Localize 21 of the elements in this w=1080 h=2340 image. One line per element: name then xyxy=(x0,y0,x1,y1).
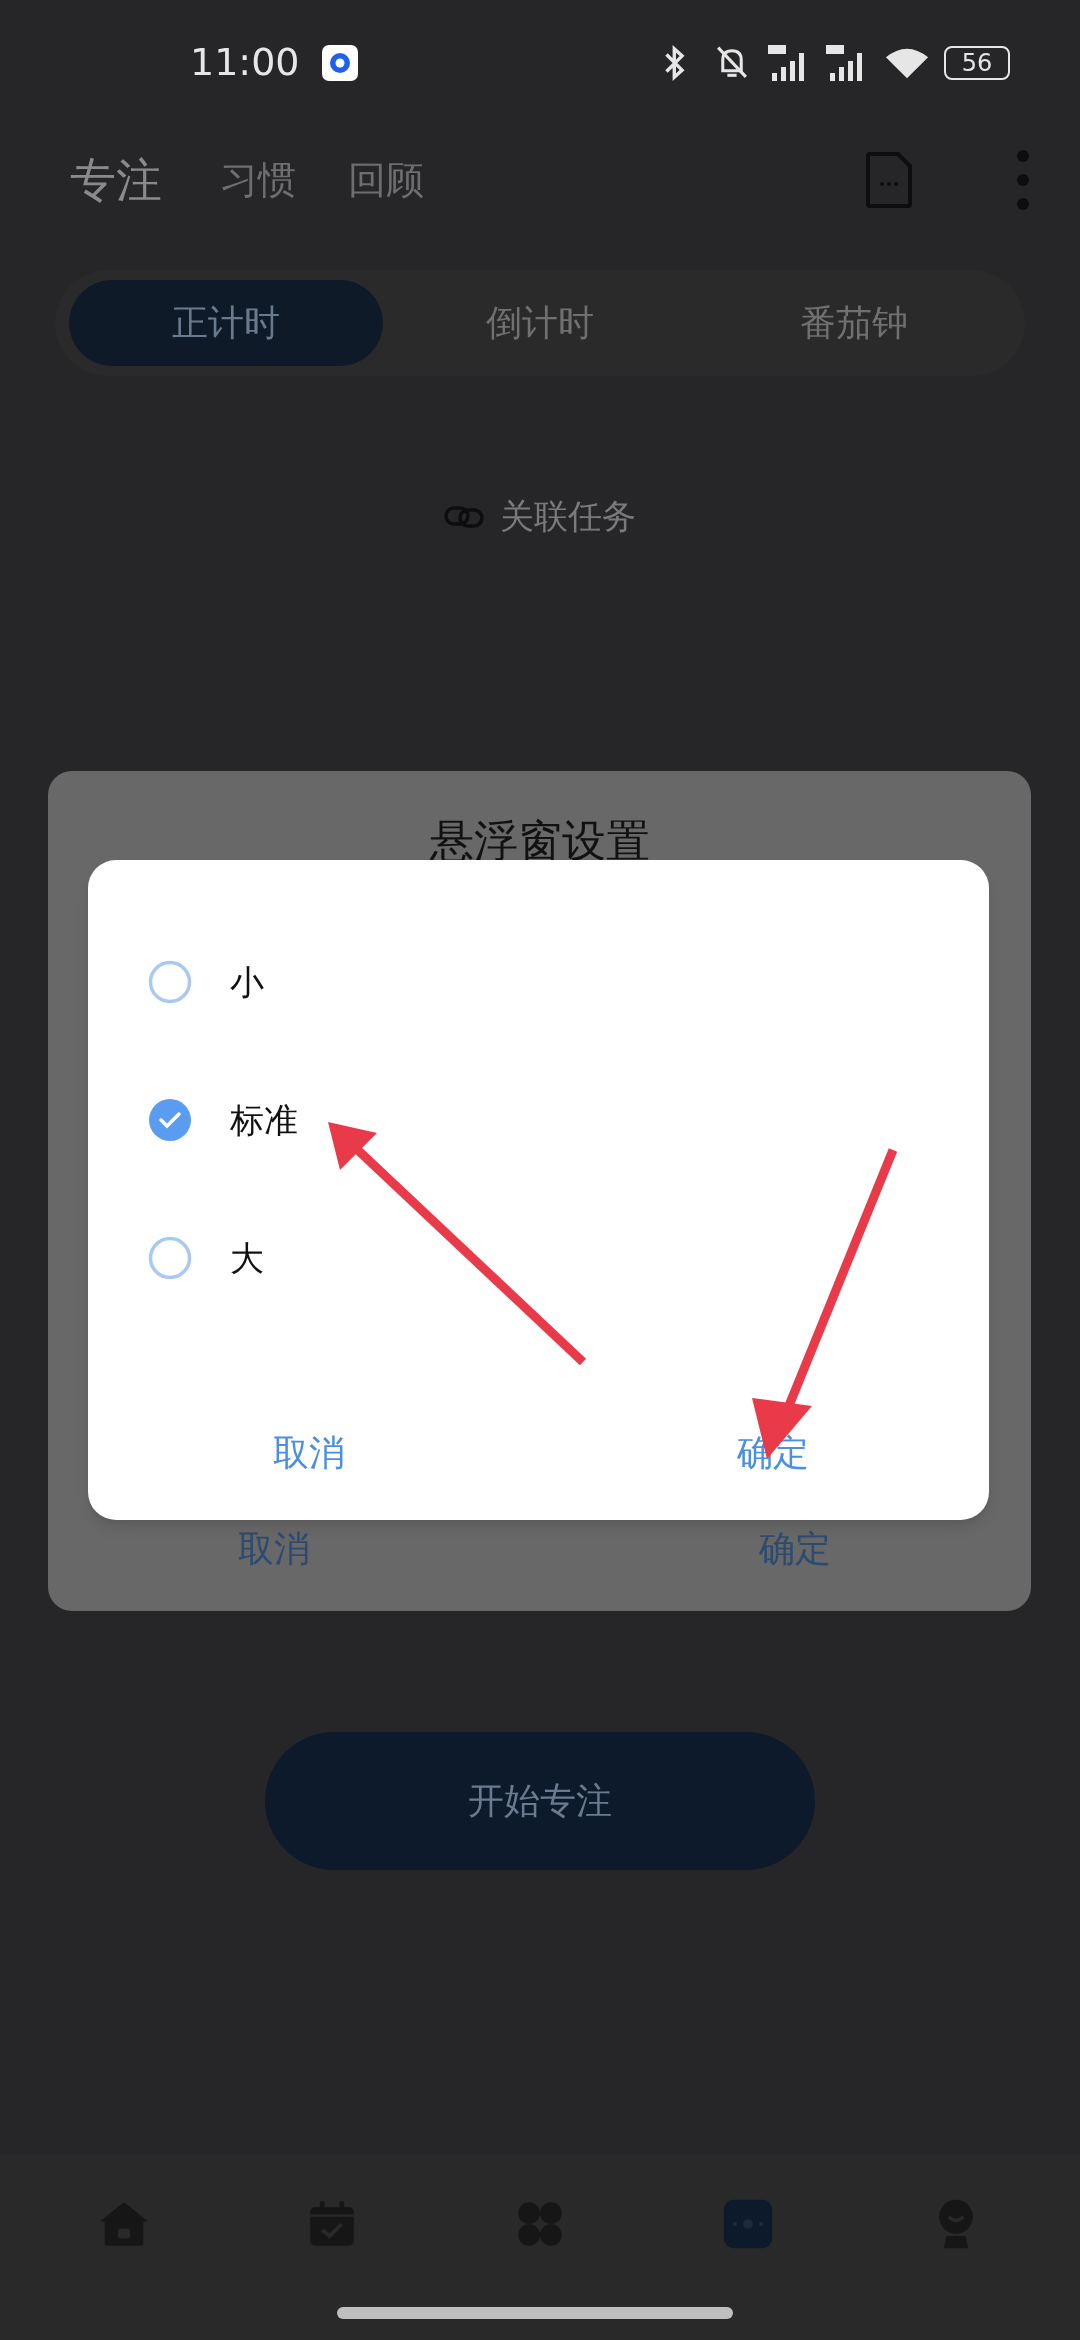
option-label[interactable]: 大 xyxy=(230,1232,264,1284)
app-notification-icon xyxy=(321,44,358,81)
status-time: 11:00 xyxy=(190,39,300,86)
mode-tab[interactable]: 正计时 xyxy=(69,280,383,366)
radio-checked[interactable] xyxy=(148,1098,192,1142)
more-icon[interactable] xyxy=(1016,149,1030,211)
document-icon[interactable] xyxy=(866,152,912,208)
header-tab[interactable]: 专注 xyxy=(70,145,162,215)
link-icon xyxy=(444,504,484,529)
battery-indicator: 56 xyxy=(944,45,1010,80)
dialog-button[interactable]: 取消 xyxy=(273,1426,345,1480)
link-task-button[interactable]: 关联任务 xyxy=(500,491,636,542)
radio-unchecked[interactable] xyxy=(148,960,192,1004)
start-focus-button[interactable]: 开始专注 xyxy=(265,1732,815,1870)
header-tab[interactable]: 回顾 xyxy=(348,151,424,209)
mode-tab[interactable]: 倒计时 xyxy=(383,280,697,366)
mode-tab[interactable]: 番茄钟 xyxy=(697,280,1011,366)
option-label[interactable]: 小 xyxy=(230,956,264,1008)
option-label[interactable]: 标准 xyxy=(230,1094,298,1146)
radio-unchecked[interactable] xyxy=(148,1236,192,1280)
header-tab[interactable]: 习惯 xyxy=(220,151,296,209)
